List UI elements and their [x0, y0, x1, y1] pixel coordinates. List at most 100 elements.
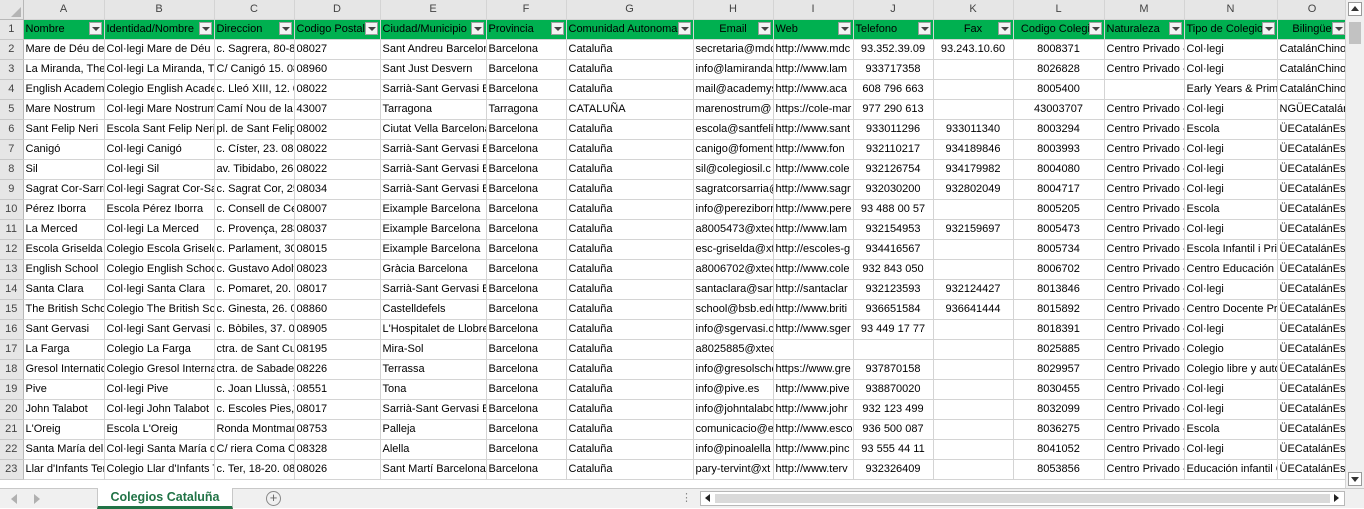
grid-cell[interactable]: Sarrià-Sant Gervasi Ba: [380, 79, 487, 100]
grid-cell[interactable]: escola@santfeli: [693, 119, 774, 140]
grid-cell[interactable]: Sant Martí Barcelona: [380, 459, 487, 480]
grid-cell[interactable]: 08860: [294, 299, 381, 320]
grid-cell[interactable]: http://www.briti: [773, 299, 854, 320]
grid-cell[interactable]: 08017: [294, 399, 381, 420]
grid-cell[interactable]: Palleja: [380, 419, 487, 440]
grid-cell[interactable]: Cataluña: [566, 339, 694, 360]
grid-cell[interactable]: 932802049: [933, 179, 1014, 200]
row-number[interactable]: 22: [0, 439, 24, 460]
grid-cell[interactable]: Centro Privado -: [1104, 459, 1185, 480]
grid-cell[interactable]: ÜECatalánEspa: [1277, 179, 1345, 200]
grid-cell[interactable]: http://www.sant: [773, 119, 854, 140]
grid-cell[interactable]: Sagrat Cor-Sarriá: [23, 179, 105, 200]
grid-cell[interactable]: info@pereziborr: [693, 199, 774, 220]
grid-cell[interactable]: http://www.lam: [773, 59, 854, 80]
grid-cell[interactable]: 934189846: [933, 139, 1014, 160]
grid-cell[interactable]: c. Sagrera, 80-82: [214, 39, 295, 60]
grid-cell[interactable]: info@sgervasi.c: [693, 319, 774, 340]
grid-cell[interactable]: [853, 339, 934, 360]
filter-dropdown-icon[interactable]: [88, 22, 102, 35]
grid-cell[interactable]: Barcelona: [486, 119, 567, 140]
grid-cell[interactable]: Tona: [380, 379, 487, 400]
vertical-scroll-thumb[interactable]: [1349, 22, 1361, 44]
grid-cell[interactable]: 08328: [294, 439, 381, 460]
grid-cell[interactable]: Cataluña: [566, 379, 694, 400]
grid-cell[interactable]: L'Oreig: [23, 419, 105, 440]
grid-cell[interactable]: La Miranda, The: [23, 59, 105, 80]
grid-cell[interactable]: Centro Privado -: [1104, 339, 1185, 360]
row-number[interactable]: 11: [0, 219, 24, 240]
grid-cell[interactable]: Santa Clara: [23, 279, 105, 300]
row-number[interactable]: 14: [0, 279, 24, 300]
row-number[interactable]: 15: [0, 299, 24, 320]
grid-cell[interactable]: Colegio Llar d'Infants Te: [104, 459, 215, 480]
grid-cell[interactable]: [933, 439, 1014, 460]
grid-cell[interactable]: Barcelona: [486, 319, 567, 340]
next-sheet-arrow-icon[interactable]: [34, 494, 40, 504]
previous-sheet-arrow-icon[interactable]: [11, 494, 17, 504]
grid-cell[interactable]: [933, 99, 1014, 120]
horizontal-scroll-thumb[interactable]: [715, 494, 1330, 503]
grid-cell[interactable]: Col·legi: [1184, 319, 1278, 340]
grid-cell[interactable]: ÜECatalánEspa: [1277, 379, 1345, 400]
grid-cell[interactable]: ÜECatalánEspa: [1277, 199, 1345, 220]
row-number[interactable]: 6: [0, 119, 24, 140]
sheet-tab-colegios-cataluna[interactable]: Colegios Cataluña: [97, 488, 233, 509]
grid-cell[interactable]: 08753: [294, 419, 381, 440]
grid-cell[interactable]: [933, 379, 1014, 400]
grid-cell[interactable]: La Farga: [23, 339, 105, 360]
grid-cell[interactable]: info@lamiranda: [693, 59, 774, 80]
header-cell[interactable]: Tipo de Colegio: [1184, 19, 1278, 40]
grid-cell[interactable]: Cataluña: [566, 359, 694, 380]
grid-cell[interactable]: ÜECatalánEspa: [1277, 399, 1345, 420]
grid-cell[interactable]: Col·legi Mare Nostrum: [104, 99, 215, 120]
grid-cell[interactable]: 8005400: [1013, 79, 1105, 100]
grid-cell[interactable]: c. Císter, 23. 080: [214, 139, 295, 160]
filter-dropdown-icon[interactable]: [198, 22, 212, 35]
grid-cell[interactable]: ÜECatalánEspa: [1277, 159, 1345, 180]
grid-cell[interactable]: http://www.lam: [773, 219, 854, 240]
grid-cell[interactable]: [773, 339, 854, 360]
grid-cell[interactable]: [933, 79, 1014, 100]
scroll-left-arrow-icon[interactable]: [703, 493, 714, 504]
grid-cell[interactable]: Centro Privado -: [1104, 439, 1185, 460]
grid-cell[interactable]: Col·legi Pive: [104, 379, 215, 400]
grid-cell[interactable]: 08002: [294, 119, 381, 140]
row-number[interactable]: 10: [0, 199, 24, 220]
grid-cell[interactable]: Col·legi: [1184, 99, 1278, 120]
header-cell[interactable]: Codigo Colegio: [1013, 19, 1105, 40]
grid-cell[interactable]: 8004080: [1013, 159, 1105, 180]
grid-cell[interactable]: [933, 319, 1014, 340]
grid-cell[interactable]: 932154953: [853, 219, 934, 240]
grid-cell[interactable]: [933, 359, 1014, 380]
grid-cell[interactable]: 933011340: [933, 119, 1014, 140]
grid-cell[interactable]: Barcelona: [486, 179, 567, 200]
grid-cell[interactable]: Colegio Escola Griselda: [104, 239, 215, 260]
grid-cell[interactable]: Col·legi: [1184, 219, 1278, 240]
grid-cell[interactable]: Centro Privado -: [1104, 219, 1185, 240]
grid-cell[interactable]: Pive: [23, 379, 105, 400]
grid-cell[interactable]: c. Escoles Pies, 1: [214, 399, 295, 420]
column-header-l[interactable]: L: [1013, 0, 1105, 20]
grid-cell[interactable]: Centro Privado -: [1104, 419, 1185, 440]
grid-cell[interactable]: 08015: [294, 239, 381, 260]
grid-cell[interactable]: Sil: [23, 159, 105, 180]
grid-cell[interactable]: school@bsb.edu: [693, 299, 774, 320]
grid-cell[interactable]: Col·legi: [1184, 59, 1278, 80]
row-number[interactable]: 13: [0, 259, 24, 280]
grid-cell[interactable]: sagratcorsarria@: [693, 179, 774, 200]
grid-cell[interactable]: 8018391: [1013, 319, 1105, 340]
row-number[interactable]: 1: [0, 19, 24, 40]
grid-cell[interactable]: Centro Privado -: [1104, 259, 1185, 280]
grid-cell[interactable]: ÜECatalánEspa: [1277, 339, 1345, 360]
grid-cell[interactable]: Cataluña: [566, 459, 694, 480]
grid-cell[interactable]: 8006702: [1013, 259, 1105, 280]
grid-cell[interactable]: Escola L'Oreig: [104, 419, 215, 440]
grid-cell[interactable]: 932159697: [933, 219, 1014, 240]
grid-cell[interactable]: 08022: [294, 159, 381, 180]
grid-cell[interactable]: http://www.johr: [773, 399, 854, 420]
grid-cell[interactable]: 8030455: [1013, 379, 1105, 400]
grid-cell[interactable]: Barcelona: [486, 299, 567, 320]
grid-cell[interactable]: c. Ter, 18-20. 08: [214, 459, 295, 480]
grid-cell[interactable]: Col·legi: [1184, 39, 1278, 60]
